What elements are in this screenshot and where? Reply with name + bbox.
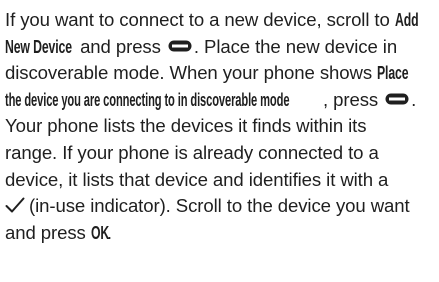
center-select-key-icon <box>168 40 192 52</box>
text-line-2: New Device and press . Place the new dev… <box>5 34 433 61</box>
text-run: and press <box>75 35 166 57</box>
text-run: , press <box>323 88 384 110</box>
text-line-3: discoverable mode. When your phone shows… <box>5 60 433 87</box>
ui-label-add: Add <box>394 9 419 30</box>
checkmark-icon <box>5 197 25 213</box>
text-line-4: the device you are connecting to in disc… <box>5 87 433 114</box>
text-line-8: (in-use indicator). Scroll to the device… <box>5 193 433 220</box>
text-line-7: device, it lists that device and identif… <box>5 168 389 190</box>
text-run: . Place the new device in <box>193 35 398 57</box>
center-select-key-icon <box>385 93 409 105</box>
ui-label-place: Place <box>377 62 409 84</box>
text-run: If you want to connect to a new device, … <box>5 9 395 30</box>
instruction-paragraph: If you want to connect to a new device, … <box>5 7 433 246</box>
text-run: (in-use indicator). Scroll to the device… <box>29 195 410 217</box>
text-line-9: and press OK. <box>5 220 433 247</box>
text-run: discoverable mode. When your phone shows <box>5 62 378 84</box>
text-run: and press <box>5 221 91 243</box>
text-run: . <box>411 88 417 110</box>
text-line-1: If you want to connect to a new device, … <box>5 7 433 34</box>
text-line-5: Your phone lists the devices it finds wi… <box>5 115 367 137</box>
ui-label-ok: OK <box>90 221 109 243</box>
ui-label-new-device: New Device <box>5 35 72 57</box>
text-line-6: range. If your phone is already connecte… <box>5 141 379 163</box>
ui-label-discoverable-prompt: the device you are connecting to in disc… <box>5 88 290 110</box>
